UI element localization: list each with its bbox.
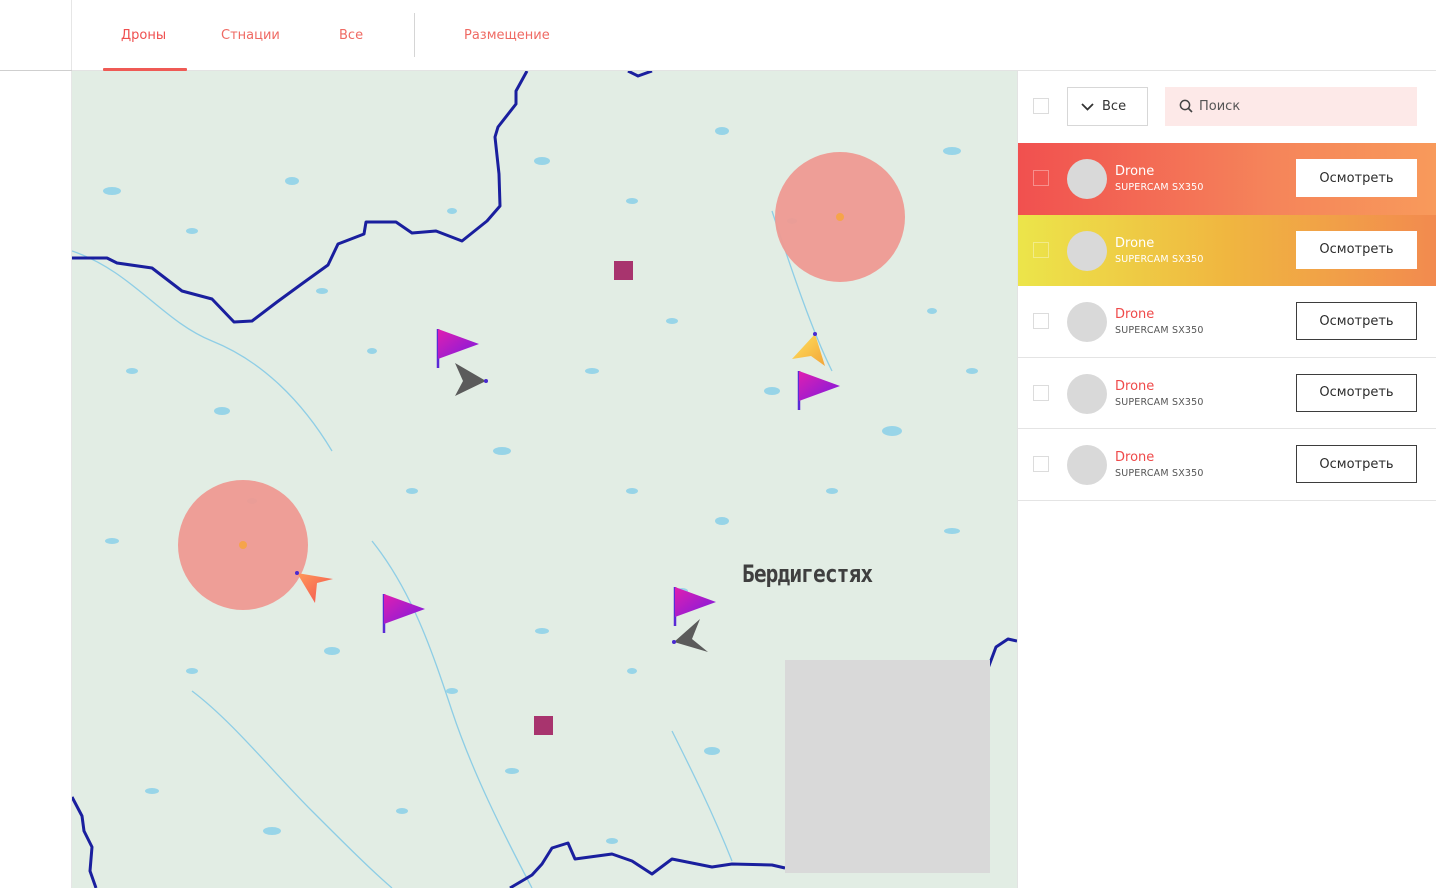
tab-all[interactable]: Все <box>339 0 363 71</box>
tab-drones[interactable]: Дроны <box>121 0 166 71</box>
item-name: Drone <box>1115 450 1155 465</box>
search-icon <box>1179 99 1193 113</box>
select-all-checkbox[interactable] <box>1033 98 1049 114</box>
list-item[interactable]: Drone SUPERCAM SX350 Осмотреть <box>1018 143 1436 215</box>
list-item[interactable]: Drone SUPERCAM SX350 Осмотреть <box>1018 214 1436 286</box>
inspect-button[interactable]: Осмотреть <box>1296 445 1417 483</box>
drone-list: Drone SUPERCAM SX350 Осмотреть Drone SUP… <box>1018 143 1436 501</box>
item-name: Drone <box>1115 307 1155 322</box>
app-root: Дроны Стнации Все Размещение Бердигестях… <box>0 0 1436 888</box>
top-tab-bar: Дроны Стнации Все Размещение <box>72 0 1436 71</box>
tab-divider <box>414 13 415 57</box>
item-name: Drone <box>1115 378 1155 394</box>
item-model: SUPERCAM SX350 <box>1115 325 1204 336</box>
search-input[interactable] <box>1199 87 1409 126</box>
station-square-icon[interactable] <box>534 716 553 735</box>
item-name: Drone <box>1115 235 1155 251</box>
list-item[interactable]: Drone SUPERCAM SX350 Осмотреть <box>1018 429 1436 501</box>
zone-center-dot <box>836 213 844 221</box>
row-checkbox[interactable] <box>1033 456 1049 472</box>
inspect-button[interactable]: Осмотреть <box>1296 373 1417 412</box>
strip-divider <box>0 70 72 71</box>
filter-label: Все <box>1102 99 1127 114</box>
item-model: SUPERCAM SX350 <box>1115 253 1204 265</box>
flag-icon[interactable] <box>673 587 716 626</box>
flag-icon[interactable] <box>797 371 840 410</box>
filter-dropdown[interactable]: Все <box>1067 87 1148 126</box>
search-box[interactable] <box>1165 87 1417 126</box>
list-toolbar: Все <box>1018 71 1436 143</box>
drone-arrow-icon[interactable] <box>455 363 488 396</box>
map-view[interactable]: Бердигестях <box>72 71 1017 888</box>
item-name: Drone <box>1115 164 1155 179</box>
zone-center-dot <box>239 541 247 549</box>
chevron-down-icon <box>1081 103 1094 111</box>
tab-stations[interactable]: Стнации <box>221 0 280 71</box>
left-sidebar-strip <box>0 0 72 888</box>
avatar <box>1067 159 1107 199</box>
avatar <box>1067 373 1107 414</box>
avatar <box>1067 230 1107 271</box>
list-item[interactable]: Drone SUPERCAM SX350 Осмотреть <box>1018 286 1436 358</box>
item-model: SUPERCAM SX350 <box>1115 182 1204 193</box>
drone-arrow-icon[interactable] <box>295 571 333 603</box>
row-checkbox[interactable] <box>1033 241 1049 258</box>
item-model: SUPERCAM SX350 <box>1115 468 1204 479</box>
inspect-button[interactable]: Осмотреть <box>1296 302 1417 340</box>
inspect-button[interactable]: Осмотреть <box>1296 159 1417 197</box>
item-model: SUPERCAM SX350 <box>1115 396 1204 408</box>
minimap-placeholder <box>785 660 990 873</box>
map-place-label: Бердигестях <box>742 560 873 588</box>
row-checkbox[interactable] <box>1033 313 1049 329</box>
list-item[interactable]: Drone SUPERCAM SX350 Осмотреть <box>1018 357 1436 429</box>
drone-list-panel: Все Drone SUPERCAM SX350 Осмотреть <box>1017 71 1436 888</box>
drone-arrow-icon[interactable] <box>672 619 708 652</box>
avatar <box>1067 445 1107 485</box>
flag-icon[interactable] <box>436 329 479 368</box>
flag-icon[interactable] <box>382 594 425 633</box>
avatar <box>1067 302 1107 342</box>
row-checkbox[interactable] <box>1033 170 1049 186</box>
drone-arrow-icon[interactable] <box>792 332 825 366</box>
station-square-icon[interactable] <box>614 261 633 280</box>
row-checkbox[interactable] <box>1033 384 1049 401</box>
tab-placement[interactable]: Размещение <box>464 0 550 71</box>
inspect-button[interactable]: Осмотреть <box>1296 230 1417 269</box>
